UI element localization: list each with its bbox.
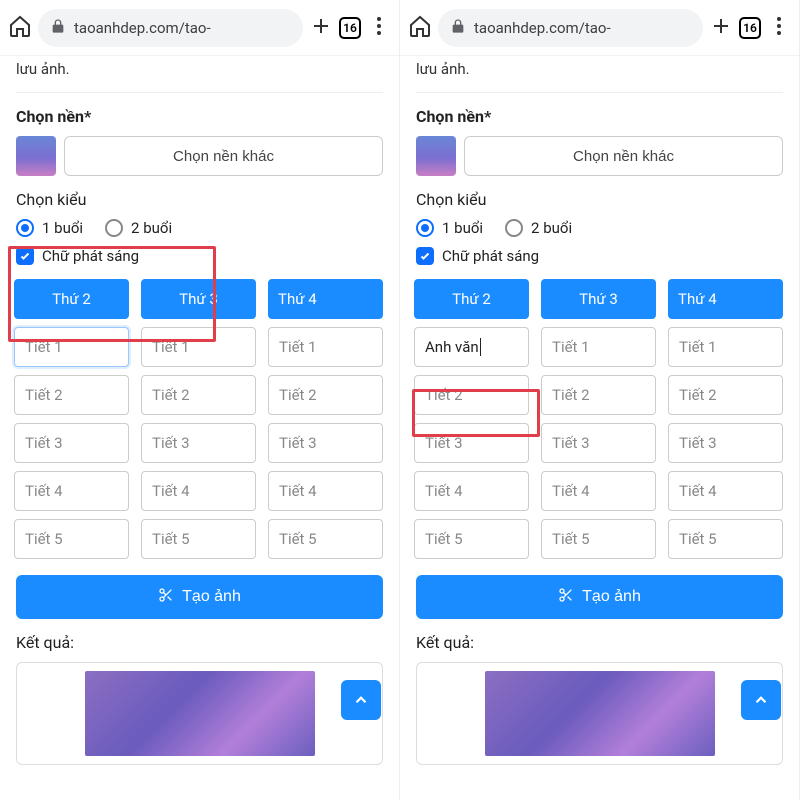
choose-background-button[interactable]: Chọn nền khác [64,136,383,176]
page-content: lưu ảnh. Chọn nền* Chọn nền khác Chọn ki… [0,56,399,800]
period-input[interactable]: Tiết 1 [141,327,256,367]
truncated-text: lưu ảnh. [16,56,383,86]
period-input[interactable]: Tiết 3 [541,423,656,463]
period-input[interactable]: Tiết 5 [268,519,383,559]
day-header[interactable]: Thứ 3 [541,279,656,319]
period-input[interactable]: Tiết 3 [141,423,256,463]
result-image [485,671,715,756]
result-box [16,662,383,765]
lock-icon [450,18,466,38]
period-input[interactable]: Anh văn [414,327,529,367]
tab-count[interactable]: 16 [339,17,361,39]
result-label: Kết quả: [416,633,783,652]
period-input[interactable]: Tiết 5 [541,519,656,559]
choose-background-button[interactable]: Chọn nền khác [464,136,783,176]
screenshot-right: taoanhdep.com/tao- 16 lưu ảnh. Chọn nền*… [400,0,800,800]
background-thumbnail[interactable] [16,136,56,176]
new-tab-icon[interactable] [309,14,333,42]
menu-icon[interactable] [367,14,391,42]
period-input[interactable]: Tiết 2 [414,375,529,415]
period-input[interactable]: Tiết 2 [14,375,129,415]
checkbox-icon [16,247,34,265]
day-header[interactable]: Thứ 4 [268,279,383,319]
period-input[interactable]: Tiết 3 [668,423,783,463]
radio-icon [105,219,123,237]
radio-1-buoi[interactable]: 1 buổi [16,219,83,237]
period-input[interactable]: Tiết 5 [141,519,256,559]
url-bar[interactable]: taoanhdep.com/tao- [438,9,703,47]
scissors-icon [158,587,174,608]
period-input[interactable]: Tiết 4 [414,471,529,511]
checkbox-chu-phat-sang[interactable]: Chữ phát sáng [16,247,383,265]
radio-1-buoi[interactable]: 1 buổi [416,219,483,237]
scroll-to-top-button[interactable] [741,680,781,720]
checkbox-icon [416,247,434,265]
url-bar[interactable]: taoanhdep.com/tao- [38,9,303,47]
period-input[interactable]: Tiết 1 [541,327,656,367]
tab-count[interactable]: 16 [739,17,761,39]
period-input[interactable]: Tiết 5 [668,519,783,559]
url-text: taoanhdep.com/tao- [474,19,611,37]
period-input[interactable]: Tiết 1 [14,327,129,367]
timetable-grid: Thứ 2 Anh văn Tiết 2 Tiết 3 Tiết 4 Tiết … [414,279,783,559]
period-input[interactable]: Tiết 4 [541,471,656,511]
truncated-text: lưu ảnh. [416,56,783,86]
period-input[interactable]: Tiết 2 [141,375,256,415]
home-icon[interactable] [408,14,432,42]
day-header[interactable]: Thứ 2 [414,279,529,319]
period-input[interactable]: Tiết 2 [541,375,656,415]
url-text: taoanhdep.com/tao- [74,19,211,37]
period-input[interactable]: Tiết 3 [268,423,383,463]
day-header[interactable]: Thứ 4 [668,279,783,319]
period-input[interactable]: Tiết 3 [414,423,529,463]
browser-chrome: taoanhdep.com/tao- 16 [400,0,799,56]
background-label: Chọn nền* [16,107,383,126]
result-label: Kết quả: [16,633,383,652]
radio-icon [416,219,434,237]
background-thumbnail[interactable] [416,136,456,176]
checkbox-chu-phat-sang[interactable]: Chữ phát sáng [416,247,783,265]
divider [16,92,383,93]
screenshot-left: taoanhdep.com/tao- 16 lưu ảnh. Chọn nền*… [0,0,400,800]
background-label: Chọn nền* [416,107,783,126]
lock-icon [50,18,66,38]
scissors-icon [558,587,574,608]
create-image-button[interactable]: Tạo ảnh [16,575,383,619]
page-content: lưu ảnh. Chọn nền* Chọn nền khác Chọn ki… [400,56,799,800]
period-input[interactable]: Tiết 1 [268,327,383,367]
day-header[interactable]: Thứ 3 [141,279,256,319]
scroll-to-top-button[interactable] [341,680,381,720]
period-input[interactable]: Tiết 1 [668,327,783,367]
style-label: Chọn kiểu [16,190,383,209]
radio-icon [16,219,34,237]
browser-chrome: taoanhdep.com/tao- 16 [0,0,399,56]
home-icon[interactable] [8,14,32,42]
result-box [416,662,783,765]
divider [416,92,783,93]
period-input[interactable]: Tiết 4 [141,471,256,511]
radio-2-buoi[interactable]: 2 buổi [105,219,172,237]
period-input[interactable]: Tiết 2 [668,375,783,415]
period-input[interactable]: Tiết 3 [14,423,129,463]
period-input[interactable]: Tiết 5 [14,519,129,559]
result-image [85,671,315,756]
day-header[interactable]: Thứ 2 [14,279,129,319]
radio-icon [505,219,523,237]
radio-2-buoi[interactable]: 2 buổi [505,219,572,237]
text-cursor [480,338,481,356]
period-input[interactable]: Tiết 5 [414,519,529,559]
period-input[interactable]: Tiết 4 [668,471,783,511]
period-input[interactable]: Tiết 4 [14,471,129,511]
create-image-button[interactable]: Tạo ảnh [416,575,783,619]
style-label: Chọn kiểu [416,190,783,209]
timetable-grid: Thứ 2 Tiết 1 Tiết 2 Tiết 3 Tiết 4 Tiết 5… [14,279,383,559]
menu-icon[interactable] [767,14,791,42]
new-tab-icon[interactable] [709,14,733,42]
period-input[interactable]: Tiết 2 [268,375,383,415]
period-input[interactable]: Tiết 4 [268,471,383,511]
